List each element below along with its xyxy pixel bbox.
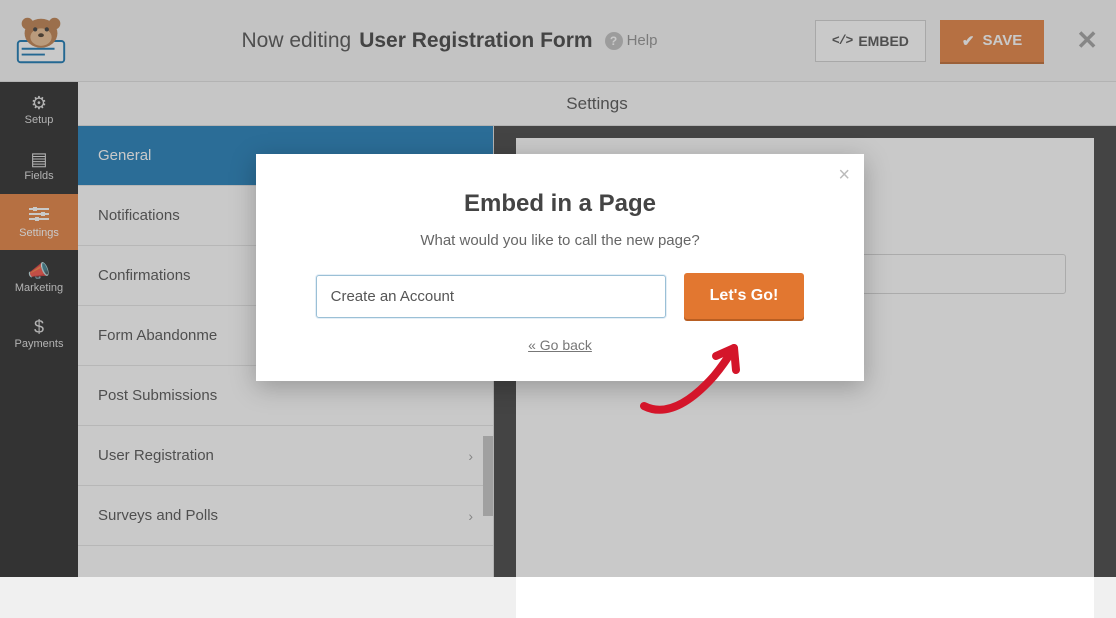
modal-title: Embed in a Page <box>296 190 824 218</box>
go-back-link[interactable]: « Go back <box>296 337 824 353</box>
lets-go-button[interactable]: Let's Go! <box>684 273 805 319</box>
modal-subtitle: What would you like to call the new page… <box>296 232 824 249</box>
embed-modal: × Embed in a Page What would you like to… <box>256 154 864 381</box>
page-name-input[interactable] <box>316 275 666 318</box>
modal-input-row: Let's Go! <box>296 273 824 319</box>
modal-close-icon[interactable]: × <box>838 164 850 187</box>
